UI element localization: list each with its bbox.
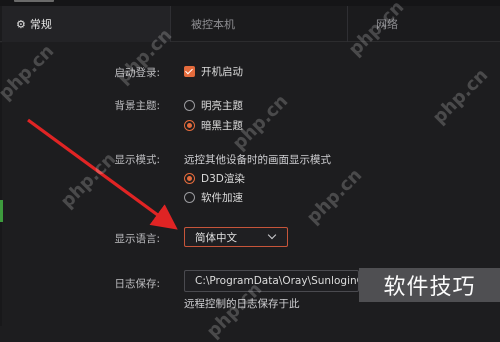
corner-watermark: 软件技巧 [359, 268, 500, 302]
